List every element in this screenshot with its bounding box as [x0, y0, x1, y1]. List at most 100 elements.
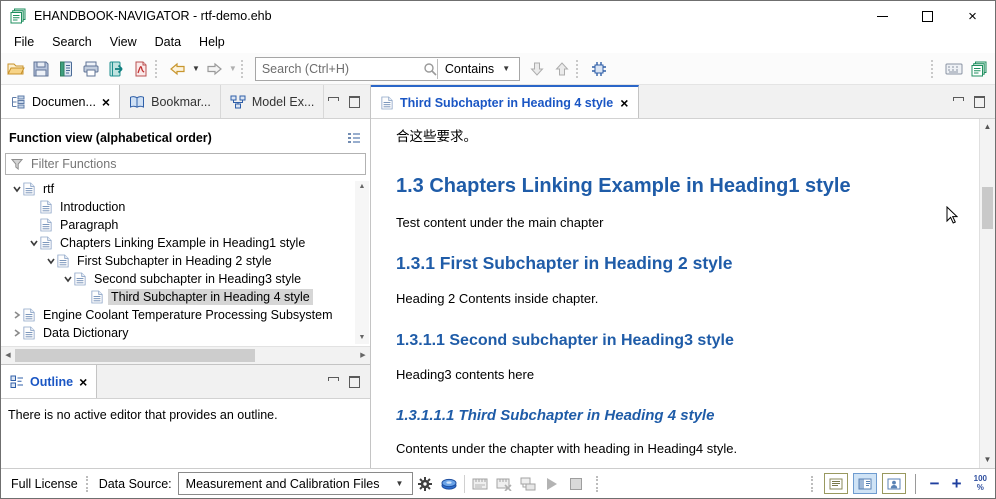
export-book-icon: [108, 61, 124, 77]
chevron-right-icon[interactable]: [10, 328, 23, 338]
tab-model-explorer[interactable]: Model Ex...: [221, 85, 325, 118]
function-view-title: Function view (alphabetical order): [9, 131, 212, 145]
close-icon[interactable]: ×: [79, 375, 87, 389]
back-history-dropdown[interactable]: ▼: [192, 64, 200, 73]
stop-button[interactable]: [564, 472, 588, 496]
maximize-panel-icon[interactable]: [974, 96, 985, 108]
close-button[interactable]: ×: [950, 1, 995, 31]
data-source-dropdown[interactable]: Measurement and Calibration Files ▼: [178, 472, 414, 495]
tree-item-chapters-linking[interactable]: Chapters Linking Example in Heading1 sty…: [1, 234, 370, 252]
tree-item-introduction[interactable]: Introduction: [1, 198, 370, 216]
data-source-label: Data Source:: [99, 477, 172, 491]
document-icon: [40, 236, 52, 250]
ehandbook-home-button[interactable]: [966, 56, 991, 81]
open-ehandbook-button[interactable]: [53, 56, 78, 81]
close-icon[interactable]: ×: [620, 96, 628, 110]
zoom-value: 100: [974, 474, 987, 483]
tree-item-engine-coolant[interactable]: Engine Coolant Temperature Processing Su…: [1, 306, 370, 324]
back-button[interactable]: [165, 56, 190, 81]
tab-editor-active[interactable]: Third Subchapter in Heading 4 style ×: [371, 85, 639, 118]
chevron-right-icon[interactable]: [10, 310, 23, 320]
tree-vertical-scrollbar[interactable]: ▲ ▼: [355, 181, 369, 344]
previous-result-button[interactable]: [549, 56, 574, 81]
print-button[interactable]: [78, 56, 103, 81]
paragraph: Heading3 contents here: [396, 367, 955, 382]
minimize-panel-icon[interactable]: [953, 97, 964, 106]
tree-item-first-subchapter[interactable]: First Subchapter in Heading 2 style: [1, 252, 370, 270]
tab-outline[interactable]: Outline ×: [1, 365, 97, 398]
close-icon[interactable]: ×: [102, 95, 110, 109]
measurement-config-button[interactable]: [516, 472, 540, 496]
minimize-panel-icon[interactable]: [328, 377, 339, 386]
scroll-right-icon[interactable]: ▶: [356, 347, 370, 364]
split-view-button[interactable]: [853, 473, 877, 494]
tab-bookmarks[interactable]: Bookmar...: [120, 85, 221, 118]
minimize-icon: [877, 16, 888, 17]
menu-view[interactable]: View: [101, 33, 146, 51]
maximize-button[interactable]: [905, 1, 950, 31]
menu-file[interactable]: File: [5, 33, 43, 51]
data-source-settings-button[interactable]: [413, 472, 437, 496]
scrollbar-thumb[interactable]: [15, 349, 255, 362]
scroll-down-icon[interactable]: ▼: [355, 332, 369, 344]
scrollbar-thumb[interactable]: [982, 187, 993, 229]
scroll-down-icon[interactable]: ▼: [980, 453, 995, 467]
zoom-in-button[interactable]: +: [946, 474, 968, 494]
tree-item-data-dictionary[interactable]: Data Dictionary: [1, 324, 370, 342]
play-button[interactable]: [540, 472, 564, 496]
app-logo-icon: [10, 8, 26, 24]
minimize-panel-icon[interactable]: [328, 97, 339, 106]
tree-item-rtf[interactable]: rtf: [1, 180, 370, 198]
maximize-panel-icon[interactable]: [349, 96, 360, 108]
left-panel: Documen... × Bookmar... Model Ex... Func: [1, 85, 371, 468]
data-disc-button[interactable]: [437, 472, 461, 496]
editor-vertical-scrollbar[interactable]: ▲ ▼: [979, 119, 995, 468]
zoom-out-button[interactable]: −: [924, 474, 946, 494]
next-result-button[interactable]: [524, 56, 549, 81]
search-icon: [423, 62, 437, 76]
filter-input[interactable]: [29, 156, 360, 172]
tab-document-view[interactable]: Documen... ×: [1, 85, 120, 118]
print-icon: [83, 61, 99, 77]
measurement-file-remove-button[interactable]: [492, 472, 516, 496]
chevron-down-icon[interactable]: [10, 184, 23, 194]
scroll-left-icon[interactable]: ◀: [1, 347, 15, 364]
tree-horizontal-scrollbar[interactable]: ◀ ▶: [1, 346, 370, 364]
forward-arrow-icon: [205, 62, 223, 76]
menu-search[interactable]: Search: [43, 33, 101, 51]
scroll-up-icon[interactable]: ▲: [355, 181, 369, 193]
export-pdf-button[interactable]: [128, 56, 153, 81]
chevron-down-icon[interactable]: [44, 256, 57, 266]
author-view-button[interactable]: [882, 473, 906, 494]
tree-item-paragraph[interactable]: Paragraph: [1, 216, 370, 234]
maximize-icon: [922, 11, 933, 22]
chevron-down-icon[interactable]: [61, 274, 74, 284]
chevron-down-icon[interactable]: [27, 238, 40, 248]
forward-history-dropdown[interactable]: ▼: [229, 64, 237, 73]
search-mode-dropdown[interactable]: Contains ▼: [438, 62, 519, 76]
tab-label: Third Subchapter in Heading 4 style: [400, 96, 613, 110]
export-book-button[interactable]: [103, 56, 128, 81]
menu-help[interactable]: Help: [190, 33, 234, 51]
single-page-view-button[interactable]: [824, 473, 848, 494]
model-connect-button[interactable]: [586, 56, 611, 81]
scroll-up-icon[interactable]: ▲: [980, 120, 995, 134]
forward-button[interactable]: [202, 56, 227, 81]
zoom-level[interactable]: 100 %: [974, 475, 987, 493]
gear-icon: [418, 477, 432, 491]
keyboard-shortcuts-button[interactable]: [941, 56, 966, 81]
menu-data[interactable]: Data: [146, 33, 190, 51]
tree-item-second-subchapter[interactable]: Second subchapter in Heading3 style: [1, 270, 370, 288]
document-icon: [23, 182, 35, 196]
search-input[interactable]: [256, 62, 423, 76]
tree-item-third-subchapter[interactable]: Third Subchapter in Heading 4 style: [1, 288, 370, 306]
minimize-button[interactable]: [860, 1, 905, 31]
maximize-panel-icon[interactable]: [349, 376, 360, 388]
editor-content: 合这些要求。 1.3 Chapters Linking Example in H…: [371, 119, 995, 468]
paragraph: 合这些要求。: [396, 125, 955, 145]
statusbar-grip: [86, 476, 91, 492]
measurement-file-button[interactable]: [468, 472, 492, 496]
open-button[interactable]: [3, 56, 28, 81]
save-button[interactable]: [28, 56, 53, 81]
view-menu-icon[interactable]: [346, 131, 362, 145]
